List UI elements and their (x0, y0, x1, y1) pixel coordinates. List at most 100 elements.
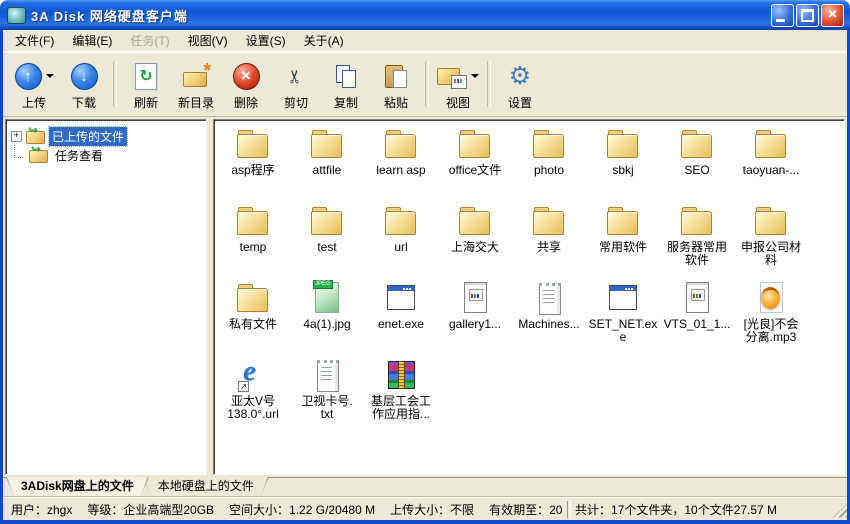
download-button[interactable]: 下载 (59, 56, 109, 112)
copy-icon (333, 63, 359, 89)
folder-file-icon (383, 126, 419, 162)
tab-label[interactable]: 本地硬盘上的文件 (144, 477, 268, 497)
tab-remote-files[interactable]: 3ADisk网盘上的文件 (6, 477, 149, 496)
file-item[interactable]: sbkj (586, 126, 660, 203)
minimize-button[interactable] (771, 4, 794, 27)
file-label: VTS_01_1... (664, 318, 731, 331)
refresh-icon (135, 63, 157, 90)
file-item[interactable]: taoyuan-... (734, 126, 808, 203)
file-label: 常用软件 (599, 241, 647, 254)
folder-file-icon (309, 126, 345, 162)
file-item[interactable]: 常用软件 (586, 203, 660, 280)
main-area: 已上传的文件 任务查看 asp程序 attfilelearn aspoffice文… (3, 117, 847, 477)
menu-view[interactable]: 视图(V) (179, 30, 237, 51)
file-item[interactable]: attfile (290, 126, 364, 203)
file-label: SEO (684, 164, 709, 177)
folder-file-icon (457, 126, 493, 162)
file-item[interactable]: asp程序 (216, 126, 290, 203)
file-label: test (317, 241, 336, 254)
bottom-tab-strip: 3ADisk网盘上的文件 本地硬盘上的文件 (3, 477, 847, 497)
settings-button[interactable]: 设置 (495, 56, 545, 112)
maximize-button[interactable] (796, 4, 819, 27)
file-item[interactable]: 4a(1).jpg (290, 280, 364, 357)
folder-task-icon (29, 148, 48, 163)
file-item[interactable]: 申报公司材 料 (734, 203, 808, 280)
paste-icon (383, 63, 409, 89)
status-summary-section: 共计：17个文件夹，10个文件27.57 M (575, 501, 847, 518)
toolbar-button-label: 删除 (234, 94, 258, 111)
close-button[interactable] (821, 4, 844, 27)
file-label: enet.exe (378, 318, 424, 331)
file-item[interactable]: 上海交大 (438, 203, 512, 280)
file-item[interactable]: SET_NET.exe (586, 280, 660, 357)
tree-item-label[interactable]: 任务查看 (52, 146, 106, 165)
file-item[interactable]: photo (512, 126, 586, 203)
file-label: temp (240, 241, 267, 254)
doc-file-icon (679, 280, 715, 316)
folder-file-icon (679, 126, 715, 162)
status-bar: 用户：zhgx 等级：企业高端型20GB 空间大小：1.22 G/20480 M… (3, 497, 847, 520)
view-button[interactable]: 视图 (433, 56, 483, 112)
delete-icon (233, 63, 260, 90)
resize-grip[interactable] (833, 504, 847, 518)
toolbar-button-label: 剪切 (284, 94, 308, 111)
new-folder-button[interactable]: 新目录 (171, 56, 221, 112)
file-item[interactable]: [光良]不会 分离.mp3 (734, 280, 808, 357)
file-item[interactable]: enet.exe (364, 280, 438, 357)
toolbar-button-label: 新目录 (178, 94, 214, 111)
tree-item-task-view[interactable]: 任务查看 (8, 146, 204, 165)
file-label: photo (534, 164, 564, 177)
file-label: asp程序 (231, 164, 274, 177)
folder-file-icon (605, 126, 641, 162)
file-item[interactable]: 服务器常用 软件 (660, 203, 734, 280)
refresh-button[interactable]: 刷新 (121, 56, 171, 112)
menu-settings[interactable]: 设置(S) (237, 30, 295, 51)
status-summary: 共计：17个文件夹，10个文件27.57 M (575, 501, 777, 518)
view-dropdown-arrow-icon[interactable] (471, 74, 479, 78)
file-item[interactable]: 共享 (512, 203, 586, 280)
file-item[interactable]: test (290, 203, 364, 280)
file-item[interactable]: SEO (660, 126, 734, 203)
status-level: 等级：企业高端型20GB (87, 501, 214, 518)
menu-about[interactable]: 关于(A) (295, 30, 353, 51)
ie-file-icon (235, 357, 271, 393)
toolbar-separator (113, 61, 117, 107)
toolbar-button-label: 刷新 (134, 94, 158, 111)
app-window: 3A Disk 网络硬盘客户端 文件(F) 编辑(E) 任务(T) 视图(V) … (0, 0, 850, 524)
status-divider (567, 501, 571, 518)
file-item[interactable]: 基层工会工 作应用指... (364, 357, 438, 434)
file-item[interactable]: gallery1... (438, 280, 512, 357)
cut-button[interactable]: 剪切 (271, 56, 321, 112)
upload-button[interactable]: 上传 (9, 56, 59, 112)
copy-button[interactable]: 复制 (321, 56, 371, 112)
file-item[interactable]: url (364, 203, 438, 280)
delete-button[interactable]: 删除 (221, 56, 271, 112)
upload-dropdown-arrow-icon[interactable] (46, 74, 54, 78)
txt-file-icon (531, 280, 567, 316)
file-item[interactable]: VTS_01_1... (660, 280, 734, 357)
file-item[interactable]: temp (216, 203, 290, 280)
file-item[interactable]: 亚太V号 138.0°.url (216, 357, 290, 434)
new-folder-icon (182, 63, 210, 89)
folder-file-icon (679, 203, 715, 239)
tree-item-label[interactable]: 已上传的文件 (49, 127, 127, 146)
file-item[interactable]: 卫视卡号. txt (290, 357, 364, 434)
file-item[interactable]: learn asp (364, 126, 438, 203)
toolbar-button-label: 粘贴 (384, 94, 408, 111)
menu-edit[interactable]: 编辑(E) (63, 30, 121, 51)
file-label: 共享 (537, 241, 561, 254)
download-icon (71, 63, 98, 90)
file-item[interactable]: office文件 (438, 126, 512, 203)
exe-file-icon (383, 280, 419, 316)
upload-icon (15, 63, 42, 90)
paste-button[interactable]: 粘贴 (371, 56, 421, 112)
expand-plus-icon[interactable] (11, 131, 22, 142)
tab-label[interactable]: 3ADisk网盘上的文件 (7, 477, 148, 497)
folder-file-icon (235, 126, 271, 162)
menu-file[interactable]: 文件(F) (6, 30, 63, 51)
file-item[interactable]: 私有文件 (216, 280, 290, 357)
file-item[interactable]: Machines... (512, 280, 586, 357)
tab-local-files[interactable]: 本地硬盘上的文件 (143, 477, 269, 496)
status-account-info: 用户：zhgx 等级：企业高端型20GB 空间大小：1.22 G/20480 M… (11, 501, 563, 518)
file-label: 服务器常用 软件 (667, 241, 727, 267)
